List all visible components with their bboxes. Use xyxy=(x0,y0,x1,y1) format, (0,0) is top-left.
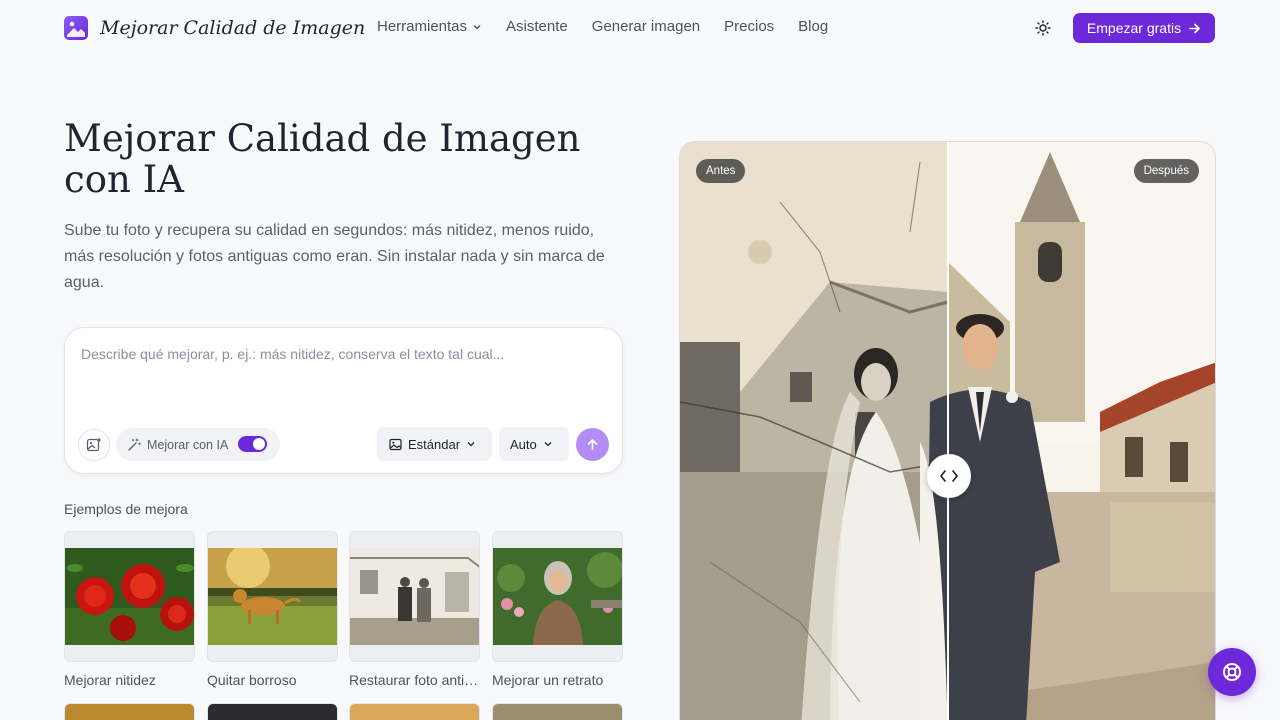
nav-item-label: Herramientas xyxy=(377,18,468,35)
nav-item-asistente[interactable]: Asistente xyxy=(506,18,568,35)
main-nav: Herramientas Asistente Generar imagen Pr… xyxy=(377,18,852,35)
chevrons-horizontal-icon xyxy=(940,470,958,482)
send-button[interactable] xyxy=(576,428,609,461)
example-card-row2[interactable] xyxy=(207,703,338,720)
roses-thumbnail xyxy=(65,548,194,645)
arrow-right-icon xyxy=(1189,23,1200,33)
example-card-row2[interactable] xyxy=(492,703,623,720)
size-label: Auto xyxy=(510,436,537,452)
nav-item-label: Precios xyxy=(724,18,775,35)
image-plus-icon xyxy=(86,438,101,452)
nav-item-label: Blog xyxy=(798,18,829,35)
slider-handle[interactable] xyxy=(927,454,971,498)
chevron-down-icon xyxy=(467,442,475,447)
logo[interactable]: Mejorar Calidad de Imagen xyxy=(64,16,365,40)
example-label: Restaurar foto antigua xyxy=(349,672,480,688)
magic-wand-icon xyxy=(128,437,141,451)
nav-item-precios[interactable]: Precios xyxy=(724,18,774,35)
size-select[interactable]: Auto xyxy=(499,427,569,461)
ai-toggle-label: Mejorar con IA xyxy=(147,437,229,452)
example-card-sharpen[interactable] xyxy=(64,531,195,662)
example-card-restore[interactable] xyxy=(349,531,480,662)
nav-item-blog[interactable]: Blog xyxy=(798,18,828,35)
cta-label: Empezar gratis xyxy=(1086,20,1182,36)
chevron-down-icon xyxy=(544,442,552,447)
lifebuoy-icon xyxy=(1223,663,1241,681)
theme-toggle-button[interactable] xyxy=(1032,17,1054,39)
page-title: Mejorar Calidad de Imagen con IA xyxy=(64,117,581,201)
image-icon xyxy=(389,438,402,450)
sun-icon xyxy=(1035,20,1051,36)
example-card-portrait[interactable] xyxy=(492,531,623,662)
chevron-down-icon xyxy=(473,24,481,29)
prompt-input[interactable] xyxy=(81,346,601,362)
examples-title: Ejemplos de mejora xyxy=(64,501,188,517)
slider-divider[interactable] xyxy=(947,142,949,720)
site-header: Mejorar Calidad de Imagen Herramientas A… xyxy=(0,0,1280,56)
portrait-thumbnail xyxy=(493,548,622,645)
before-after-comparison[interactable]: Antes Después xyxy=(679,141,1216,720)
quality-label: Estándar xyxy=(408,436,461,452)
nav-item-label: Asistente xyxy=(506,18,568,35)
quality-select[interactable]: Estándar xyxy=(377,427,492,461)
old-couple-thumbnail xyxy=(350,548,479,645)
example-card-row2[interactable] xyxy=(64,703,195,720)
nav-item-generar-imagen[interactable]: Generar imagen xyxy=(592,18,700,35)
example-label: Mejorar un retrato xyxy=(492,672,604,688)
before-badge: Antes xyxy=(696,159,746,183)
example-card-unblur[interactable] xyxy=(207,531,338,662)
ai-toggle-switch[interactable] xyxy=(238,436,267,452)
page-subtitle: Sube tu foto y recupera su calidad en se… xyxy=(64,222,605,291)
brand-name: Mejorar Calidad de Imagen xyxy=(100,17,366,39)
prompt-box: Mejorar con IA Estándar Auto xyxy=(64,327,623,474)
ai-enhance-toggle[interactable]: Mejorar con IA xyxy=(116,428,280,461)
help-button[interactable] xyxy=(1208,648,1256,696)
after-badge: Después xyxy=(1133,159,1199,183)
nav-item-label: Generar imagen xyxy=(591,18,701,35)
nav-item-herramientas[interactable]: Herramientas xyxy=(377,18,482,35)
start-free-button[interactable]: Empezar gratis xyxy=(1073,13,1215,43)
upload-image-button[interactable] xyxy=(78,429,110,461)
logo-icon xyxy=(64,16,88,40)
example-card-row2[interactable] xyxy=(349,703,480,720)
dog-thumbnail xyxy=(208,548,337,645)
example-label: Quitar borroso xyxy=(207,672,297,688)
example-label: Mejorar nitidez xyxy=(64,672,156,688)
arrow-up-icon xyxy=(587,439,598,450)
